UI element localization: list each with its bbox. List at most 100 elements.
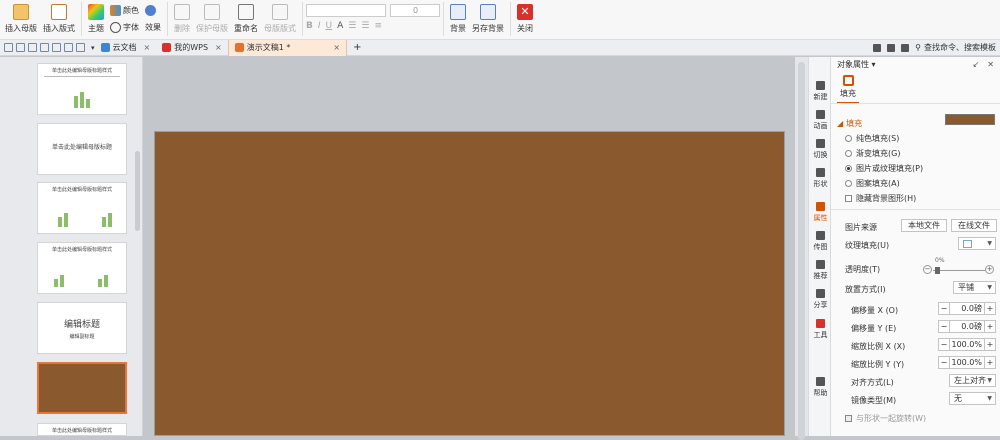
- rotate-with-shape-option[interactable]: 与形状一起旋转(W): [845, 413, 926, 424]
- font-button[interactable]: 字体: [110, 21, 139, 35]
- checkbox[interactable]: [845, 195, 852, 202]
- background-button[interactable]: 背景: [447, 2, 469, 36]
- scale-y-stepper[interactable]: −100.0% +: [938, 356, 996, 369]
- side-share[interactable]: 分享: [809, 289, 832, 310]
- canvas-scrollbar-thumb[interactable]: [798, 62, 805, 440]
- side-tools[interactable]: 工具: [809, 319, 832, 340]
- close-tab-icon[interactable]: ×: [215, 43, 222, 52]
- close-tab-icon[interactable]: ×: [144, 43, 151, 52]
- undo-icon[interactable]: [64, 43, 73, 52]
- slide-thumbnail[interactable]: 单击此处编辑母版标题样式: [37, 182, 127, 234]
- slider-thumb[interactable]: [935, 267, 940, 274]
- online-file-button[interactable]: 在线文件: [951, 219, 997, 232]
- increase-icon[interactable]: +: [985, 265, 994, 274]
- font-color-button[interactable]: A: [337, 21, 343, 31]
- thumbnails-scrollbar[interactable]: [135, 151, 140, 231]
- master-layout-button[interactable]: 母版版式: [261, 2, 299, 36]
- pin-icon[interactable]: ↙: [973, 60, 980, 69]
- side-properties[interactable]: 属性: [809, 202, 832, 223]
- delete-button[interactable]: 删除: [171, 2, 193, 36]
- italic-button[interactable]: I: [318, 21, 321, 31]
- gradient-fill-option[interactable]: 渐变填充(G): [845, 148, 900, 159]
- local-file-button[interactable]: 本地文件: [901, 219, 947, 232]
- help-icon[interactable]: [901, 43, 910, 52]
- fill-preview-swatch[interactable]: [945, 114, 995, 125]
- radio[interactable]: [845, 135, 852, 142]
- export-pdf-icon[interactable]: [40, 43, 49, 52]
- insert-master-button[interactable]: 插入母版: [2, 2, 40, 36]
- numbering-icon[interactable]: ☰: [361, 21, 369, 31]
- color-button[interactable]: 颜色: [110, 4, 139, 18]
- save-background-button[interactable]: 另存背景: [469, 2, 507, 36]
- rename-button[interactable]: 重命名: [231, 2, 261, 36]
- font-size-select[interactable]: 0: [390, 4, 440, 17]
- slide-thumbnail-selected[interactable]: [37, 362, 127, 414]
- font-name-select[interactable]: [306, 4, 386, 17]
- radio[interactable]: [845, 180, 852, 187]
- tab-my-wps[interactable]: 我的WPS ×: [156, 40, 228, 56]
- print-icon[interactable]: [28, 43, 37, 52]
- decrease-button[interactable]: −: [939, 357, 950, 368]
- increase-button[interactable]: +: [984, 357, 995, 368]
- close-master-button[interactable]: ✕ 关闭: [514, 2, 536, 36]
- increase-button[interactable]: +: [984, 321, 995, 332]
- decrease-button[interactable]: −: [939, 321, 950, 332]
- bold-button[interactable]: B: [306, 21, 313, 31]
- canvas-scrollbar[interactable]: [797, 58, 806, 440]
- skin-icon[interactable]: [873, 43, 882, 52]
- redo-icon[interactable]: [76, 43, 85, 52]
- side-upload-image[interactable]: 传图: [809, 231, 832, 252]
- side-transition[interactable]: 切换: [809, 139, 832, 160]
- placement-select[interactable]: 平铺 ▼: [953, 281, 996, 294]
- close-tab-icon[interactable]: ×: [333, 43, 340, 52]
- solid-fill-option[interactable]: 纯色填充(S): [845, 133, 899, 144]
- save-icon[interactable]: [16, 43, 25, 52]
- scale-x-stepper[interactable]: −100.0% +: [938, 338, 996, 351]
- checkbox[interactable]: [845, 415, 852, 422]
- search-command[interactable]: ⚲ 查找命令、搜索模板: [915, 42, 996, 53]
- side-shape[interactable]: 形状: [809, 168, 832, 189]
- new-tab-button[interactable]: +: [353, 42, 361, 53]
- theme-button[interactable]: 主题: [85, 2, 107, 36]
- side-animation[interactable]: 动画: [809, 110, 832, 131]
- align-icon[interactable]: ≡: [374, 21, 382, 31]
- side-new[interactable]: 新建: [809, 81, 832, 102]
- preview-icon[interactable]: [52, 43, 61, 52]
- protect-master-button[interactable]: 保护母版: [193, 2, 231, 36]
- hide-background-option[interactable]: 隐藏背景图形(H): [845, 193, 916, 204]
- fill-section-header[interactable]: ◢ 填充: [837, 118, 862, 129]
- radio[interactable]: [845, 150, 852, 157]
- slide-thumbnail[interactable]: 编辑标题 编辑副标题: [37, 302, 127, 354]
- increase-button[interactable]: +: [984, 303, 995, 314]
- pattern-fill-option[interactable]: 图案填充(A): [845, 178, 900, 189]
- tab-fill[interactable]: 填充: [837, 75, 859, 104]
- decrease-button[interactable]: −: [939, 339, 950, 350]
- texture-fill-select[interactable]: ▼: [958, 237, 996, 250]
- settings-icon[interactable]: [887, 43, 896, 52]
- slide-thumbnail[interactable]: 单击此处编辑母版标题样式: [37, 242, 127, 294]
- decrease-button[interactable]: −: [939, 303, 950, 314]
- transparency-slider[interactable]: − 0% +: [923, 257, 995, 276]
- slide-thumbnail[interactable]: 单击此处编辑母版标题样式: [37, 423, 127, 436]
- decrease-icon[interactable]: −: [923, 265, 932, 274]
- tab-cloud-docs[interactable]: 云文档 ×: [95, 40, 157, 56]
- underline-button[interactable]: U: [326, 21, 333, 31]
- increase-button[interactable]: +: [984, 339, 995, 350]
- insert-layout-button[interactable]: 插入版式: [40, 2, 78, 36]
- mirror-select[interactable]: 无 ▼: [949, 392, 996, 405]
- new-icon[interactable]: [4, 43, 13, 52]
- bullets-icon[interactable]: ☰: [348, 21, 356, 31]
- picture-texture-fill-option[interactable]: 图片或纹理填充(P): [845, 163, 923, 174]
- offset-y-stepper[interactable]: −0.0磅 +: [938, 320, 996, 333]
- slide-canvas[interactable]: [154, 131, 785, 436]
- side-help[interactable]: 帮助: [809, 377, 832, 398]
- offset-x-stepper[interactable]: −0.0磅 +: [938, 302, 996, 315]
- effect-button[interactable]: 效果: [145, 21, 161, 35]
- side-recommend[interactable]: 推荐: [809, 260, 832, 281]
- radio-selected[interactable]: [845, 165, 852, 172]
- effect-swatch[interactable]: [145, 4, 161, 18]
- tab-presentation[interactable]: 演示文稿1 * ×: [227, 39, 348, 56]
- slide-thumbnail[interactable]: 单击此处编辑母版标题: [37, 123, 127, 175]
- align-select[interactable]: 左上对齐 ▼: [949, 374, 996, 387]
- slide-thumbnail[interactable]: 单击此处编辑母版标题样式: [37, 63, 127, 115]
